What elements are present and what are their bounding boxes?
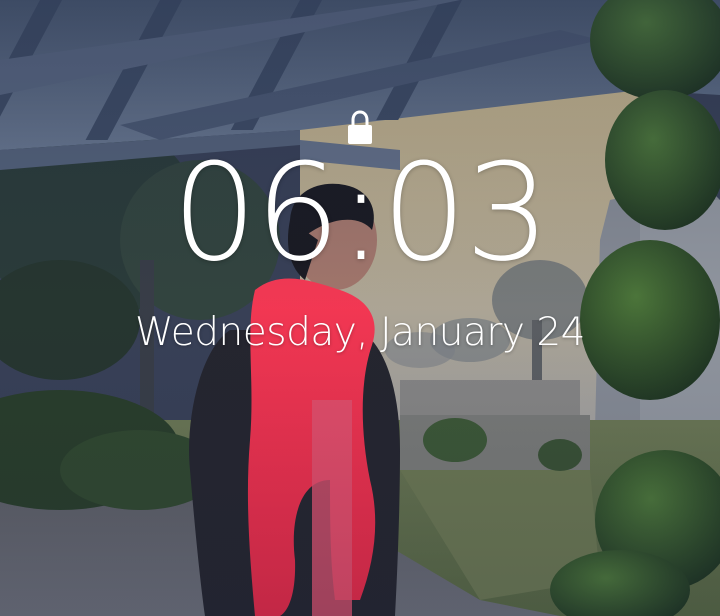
lock-screen-clock: 06:03 — [171, 135, 550, 291]
lock-screen-date: Wednesday, January 24 — [135, 310, 585, 355]
lock-screen[interactable]: 06:03 Wednesday, January 24 — [0, 0, 720, 616]
